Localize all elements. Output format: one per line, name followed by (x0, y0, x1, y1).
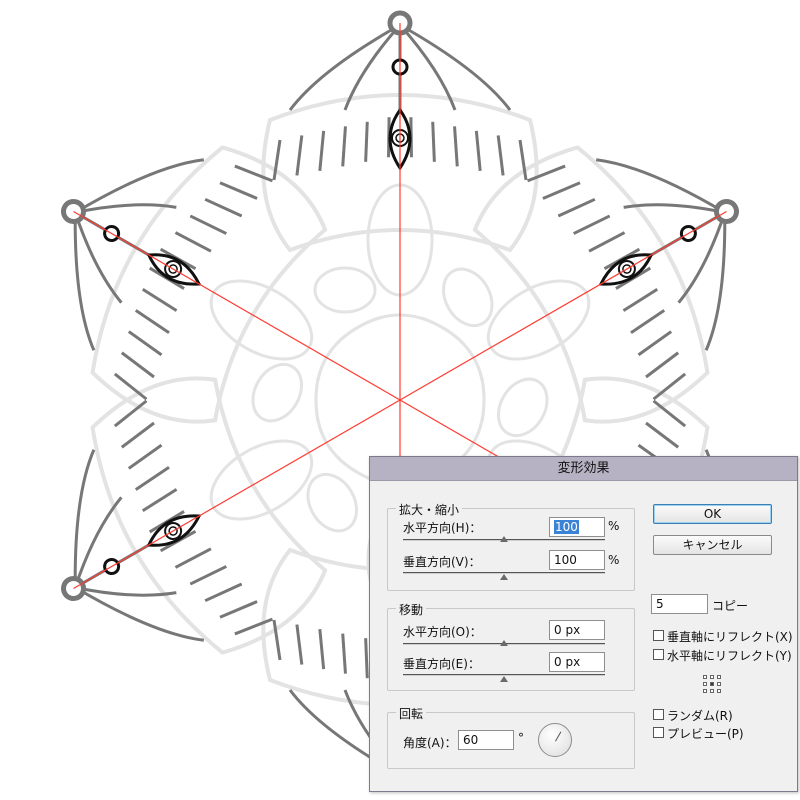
scale-horizontal-unit: % (608, 519, 620, 533)
move-legend: 移動 (396, 601, 427, 618)
move-horizontal-slider-thumb[interactable] (500, 640, 508, 646)
reflect-horizontal-checkbox[interactable] (653, 649, 664, 660)
scale-vertical-input[interactable]: 100 (549, 550, 605, 570)
scale-horizontal-label: 水平方向(H)： (403, 521, 482, 535)
scale-vertical-slider-thumb[interactable] (500, 574, 508, 580)
copies-input[interactable]: 5 (651, 594, 708, 614)
scale-vertical-unit: % (608, 553, 620, 567)
dialog-title[interactable]: 変形効果 (370, 457, 797, 481)
cancel-button[interactable]: キャンセル (653, 535, 772, 555)
move-horizontal-input[interactable]: 0 px (549, 620, 605, 640)
move-vertical-label: 垂直方向(E)： (403, 657, 480, 671)
scale-horizontal-input[interactable]: 100 (549, 517, 605, 537)
reference-point-icon[interactable] (703, 675, 723, 695)
random-checkbox[interactable] (653, 709, 664, 720)
preview-checkbox[interactable] (653, 727, 664, 738)
move-horizontal-label: 水平方向(O)： (403, 625, 482, 639)
rotation-dial[interactable] (538, 723, 572, 757)
scale-legend: 拡大・縮小 (396, 501, 463, 518)
move-vertical-slider-thumb[interactable] (500, 676, 508, 682)
rotation-dial-needle-icon (555, 731, 562, 742)
reflect-vertical-label[interactable]: 垂直軸にリフレクト(X) (667, 628, 793, 645)
ok-button[interactable]: OK (653, 504, 772, 524)
transform-effect-dialog: 変形効果 拡大・縮小 水平方向(H)： 100 % 垂直方向(V)： 100 %… (369, 456, 798, 792)
rotate-angle-input[interactable]: 60 (458, 730, 514, 750)
degree-symbol: ° (518, 731, 524, 745)
random-label[interactable]: ランダム(R) (667, 707, 733, 724)
rotate-angle-label: 角度(A)： (403, 736, 457, 750)
reflect-vertical-checkbox[interactable] (653, 630, 664, 641)
copies-label: コピー (712, 599, 749, 613)
reflect-horizontal-label[interactable]: 水平軸にリフレクト(Y) (667, 647, 792, 664)
preview-label[interactable]: プレビュー(P) (667, 725, 744, 742)
move-vertical-input[interactable]: 0 px (549, 652, 605, 672)
scale-horizontal-slider-thumb[interactable] (500, 536, 508, 542)
rotate-legend: 回転 (396, 705, 427, 722)
scale-vertical-label: 垂直方向(V)： (403, 555, 481, 569)
